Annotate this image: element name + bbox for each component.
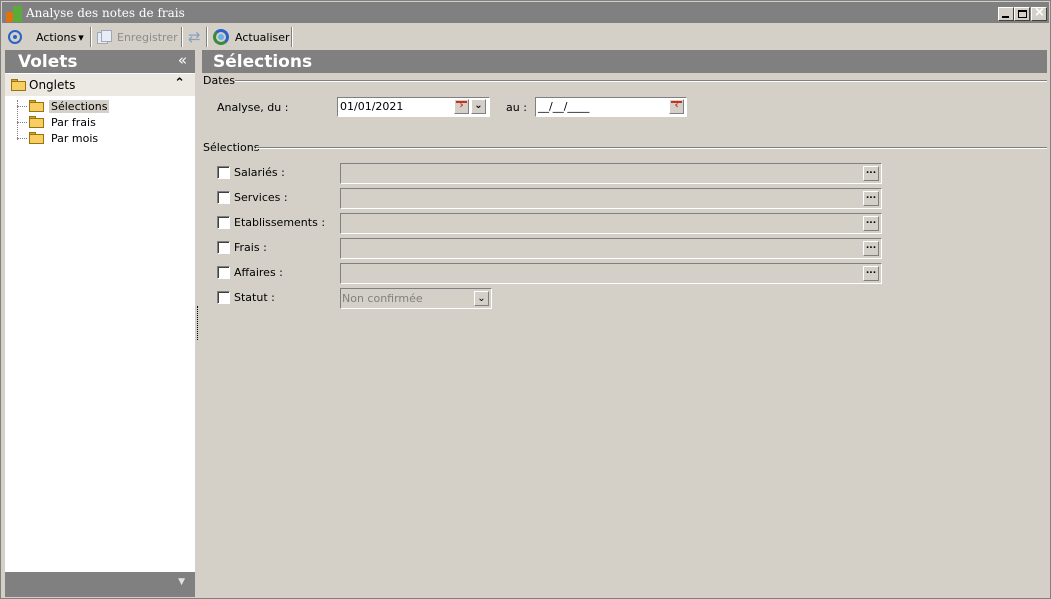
maximize-button[interactable] bbox=[1014, 7, 1030, 21]
onglets-section-header[interactable]: Onglets ⌃ bbox=[5, 74, 195, 96]
affaires-checkbox[interactable] bbox=[217, 266, 230, 279]
actions-menu-button[interactable]: Actions ▾ bbox=[36, 27, 84, 47]
tree-item-label: Par frais bbox=[51, 115, 96, 129]
folder-icon bbox=[29, 116, 45, 128]
chevron-down-icon: ▾ bbox=[78, 30, 84, 44]
more-icon[interactable]: ... bbox=[863, 191, 879, 206]
save-label: Enregistrer bbox=[117, 30, 178, 44]
tree-item-par-mois[interactable]: Par mois bbox=[17, 130, 100, 146]
date-from-label: Analyse, du : bbox=[217, 101, 289, 114]
minimize-icon bbox=[1002, 16, 1009, 18]
onglets-title: Onglets bbox=[29, 78, 76, 92]
sync-icon: ⇄ bbox=[188, 28, 201, 46]
close-button[interactable]: × bbox=[1031, 5, 1047, 21]
salaries-field[interactable]: ... bbox=[340, 163, 882, 184]
etablissements-field[interactable]: ... bbox=[340, 213, 882, 234]
salaries-checkbox[interactable] bbox=[217, 166, 230, 179]
affaires-field[interactable]: ... bbox=[340, 263, 882, 284]
close-icon: × bbox=[1034, 5, 1045, 20]
left-panel: Volets « Onglets ⌃ Sélections Par frais … bbox=[5, 50, 195, 597]
refresh-button[interactable]: Actualiser bbox=[213, 27, 290, 47]
page-title: Sélections bbox=[213, 52, 313, 72]
collapse-panel-icon[interactable]: « bbox=[178, 51, 187, 69]
left-panel-footer[interactable]: ▼ bbox=[5, 572, 195, 597]
frais-checkbox[interactable] bbox=[217, 241, 230, 254]
services-checkbox[interactable] bbox=[217, 191, 230, 204]
services-field[interactable]: ... bbox=[340, 188, 882, 209]
toolbar-separator bbox=[90, 27, 92, 47]
refresh-label: Actualiser bbox=[235, 30, 290, 44]
selections-group-title: Sélections bbox=[203, 141, 260, 154]
volets-title: Volets bbox=[18, 52, 78, 72]
toolbar-separator bbox=[181, 27, 183, 47]
actions-label: Actions bbox=[36, 30, 77, 44]
folder-icon bbox=[29, 132, 45, 144]
toolbar-separator bbox=[206, 27, 208, 47]
frais-label: Frais : bbox=[234, 241, 267, 254]
date-next-icon[interactable]: › bbox=[454, 99, 469, 114]
etablissements-label: Etablissements : bbox=[234, 216, 326, 229]
title-bar[interactable]: Analyse des notes de frais × bbox=[2, 2, 1049, 23]
date-prev-icon[interactable]: ‹ bbox=[669, 99, 684, 114]
minimize-button[interactable] bbox=[998, 7, 1014, 21]
statut-selected-value: Non confirmée bbox=[342, 292, 423, 305]
dates-group-title: Dates bbox=[203, 74, 236, 87]
statut-label: Statut : bbox=[234, 291, 275, 304]
tree-item-label: Sélections bbox=[49, 99, 110, 113]
toolbar: Actions ▾ Enregistrer ⇄ Actualiser bbox=[2, 24, 1049, 50]
more-icon[interactable]: ... bbox=[863, 241, 879, 256]
calendar-dropdown-icon[interactable]: ⌄ bbox=[471, 99, 486, 114]
more-icon[interactable]: ... bbox=[863, 216, 879, 231]
window-title: Analyse des notes de frais bbox=[26, 6, 185, 20]
tree-item-selections[interactable]: Sélections bbox=[17, 98, 110, 114]
chevron-down-icon[interactable]: ⌄ bbox=[474, 291, 489, 306]
affaires-label: Affaires : bbox=[234, 266, 283, 279]
sync-button[interactable]: ⇄ bbox=[188, 27, 201, 47]
toolbar-separator bbox=[291, 27, 293, 47]
main-header: Sélections bbox=[202, 50, 1047, 73]
main-menu-button[interactable] bbox=[8, 27, 22, 47]
group-divider bbox=[235, 80, 1047, 82]
group-divider bbox=[256, 147, 1047, 149]
more-icon[interactable]: ... bbox=[863, 266, 879, 281]
date-to-label: au : bbox=[506, 101, 527, 114]
date-from-value: 01/01/2021 bbox=[340, 100, 404, 113]
application-window: Analyse des notes de frais × Actions ▾ E… bbox=[0, 0, 1051, 599]
services-label: Services : bbox=[234, 191, 288, 204]
maximize-icon bbox=[1018, 10, 1027, 18]
more-icon[interactable]: ... bbox=[863, 166, 879, 181]
open-folder-icon bbox=[29, 100, 45, 112]
date-to-field[interactable]: __/__/____ ‹ bbox=[535, 97, 687, 117]
tree-item-label: Par mois bbox=[51, 131, 99, 145]
app-icon bbox=[6, 6, 22, 22]
etablissements-checkbox[interactable] bbox=[217, 216, 230, 229]
chevron-up-icon[interactable]: ⌃ bbox=[174, 76, 185, 91]
frais-field[interactable]: ... bbox=[340, 238, 882, 259]
volets-header: Volets « bbox=[5, 50, 195, 73]
salaries-label: Salariés : bbox=[234, 166, 285, 179]
folder-icon bbox=[11, 79, 27, 91]
statut-select[interactable]: Non confirmée ⌄ bbox=[340, 288, 492, 309]
chevron-down-icon[interactable]: ▼ bbox=[178, 577, 185, 587]
save-button[interactable]: Enregistrer bbox=[97, 27, 178, 47]
statut-checkbox[interactable] bbox=[217, 291, 230, 304]
tree-item-par-frais[interactable]: Par frais bbox=[17, 114, 98, 130]
date-to-value: __/__/____ bbox=[538, 100, 590, 113]
target-icon bbox=[8, 30, 22, 44]
save-icon bbox=[97, 30, 113, 44]
date-from-field[interactable]: 01/01/2021 › ⌄ bbox=[337, 97, 490, 117]
panel-splitter[interactable] bbox=[197, 306, 198, 340]
refresh-icon bbox=[213, 29, 229, 45]
